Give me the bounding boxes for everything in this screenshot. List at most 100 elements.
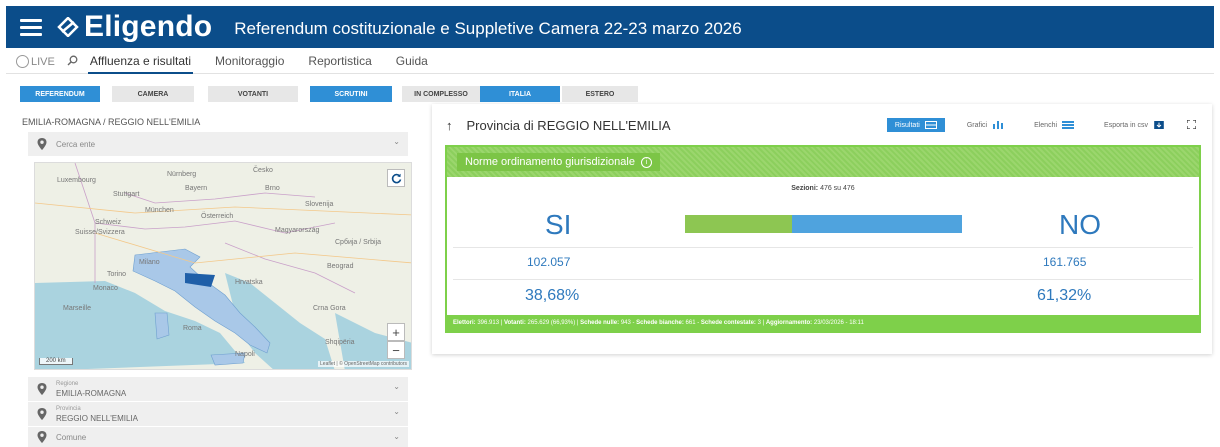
filter-italia[interactable]: ITALIA (480, 86, 560, 102)
zoom-in-button[interactable]: + (387, 323, 405, 341)
map-attribution[interactable]: Leaflet | © OpenStreetMap contributors (318, 361, 409, 367)
map-label: Napoli (235, 351, 255, 358)
result-header: Norme ordinamento giurisdizionale i (447, 147, 1199, 177)
map-view[interactable]: Luxembourg Nürnberg Česko Stuttgart Baye… (34, 162, 412, 370)
sezioni-count: Sezioni: 476 su 476 (447, 185, 1199, 192)
card-header: ↑ Provincia di REGGIO NELL'EMILIA (446, 118, 671, 133)
sezioni-label: Sezioni: (791, 185, 819, 192)
info-icon[interactable]: i (640, 156, 652, 168)
yes-bar (685, 215, 793, 233)
tab-elenchi[interactable]: Elenchi (1026, 118, 1082, 132)
filter-in-complesso[interactable]: IN COMPLESSO (402, 86, 480, 102)
chevron-down-icon: ⌄ (393, 432, 400, 441)
map-scale: 200 km (39, 358, 73, 365)
result-bar (685, 215, 962, 233)
region-select[interactable]: Regione EMILIA-ROMAGNA ⌄ (28, 377, 408, 401)
map-reset-button[interactable] (387, 169, 405, 187)
export-csv-button[interactable]: Esporta in csv (1096, 118, 1173, 132)
app-header: Eligendo Referendum costituzionale e Sup… (6, 6, 1214, 48)
map-label: Beograd (327, 263, 354, 270)
download-icon (1154, 121, 1164, 129)
app-name: Eligendo (84, 10, 213, 43)
nav-reportistica[interactable]: Reportistica (306, 50, 373, 74)
no-percentage: 61,32% (1037, 287, 1092, 304)
chevron-down-icon: ⌄ (393, 137, 400, 146)
menu-icon[interactable] (20, 18, 42, 36)
tab-risultati-label: Risultati (894, 121, 920, 129)
nav-guida[interactable]: Guida (394, 50, 430, 74)
table-icon (924, 121, 937, 129)
live-radio-icon (16, 55, 29, 68)
yes-percentage: 38,68% (525, 287, 580, 304)
schede-nulle-label: Schede nulle: (580, 320, 620, 326)
map-label: Marseille (63, 305, 92, 312)
view-toolbar: Risultati Grafici Elenchi Esporta in csv (886, 118, 1197, 132)
search-entity-placeholder: Cerca ente (56, 139, 96, 149)
schede-bianche-value: 661 (685, 320, 696, 326)
location-pin-icon (37, 431, 47, 443)
filter-referendum[interactable]: REFERENDUM (20, 86, 100, 102)
elettori-value: 396.913 (477, 320, 500, 326)
yes-votes: 102.057 (527, 255, 571, 269)
filter-estero[interactable]: ESTERO (562, 86, 638, 102)
province-select[interactable]: Provincia REGGIO NELL'EMILIA ⌄ (28, 402, 408, 426)
schede-nulle-value: 943 (620, 320, 631, 326)
nav-affluenza-risultati[interactable]: Affluenza e risultati (87, 50, 194, 74)
filter-camera[interactable]: CAMERA (112, 86, 194, 102)
tab-risultati[interactable]: Risultati (886, 118, 945, 132)
map-label: Torino (107, 271, 127, 278)
tab-grafici-label: Grafici (966, 121, 988, 129)
filter-votanti[interactable]: VOTANTI (208, 86, 298, 102)
app-logo[interactable]: Eligendo (56, 10, 212, 44)
map-label: Roma (183, 325, 202, 332)
votanti-value: 265.629 (66,93%) (527, 320, 576, 326)
zoom-out-button[interactable]: − (387, 341, 405, 359)
aggiornamento-value: 23/03/2026 - 18:11 (813, 320, 864, 326)
breadcrumb: EMILIA-ROMAGNA / REGGIO NELL'EMILIA (22, 117, 201, 127)
result-footer: Elettori: 396.913 | Votanti: 265.629 (66… (447, 315, 1199, 331)
divider (453, 279, 1193, 280)
bar-chart-icon (993, 121, 1004, 129)
tab-elenchi-label: Elenchi (1034, 121, 1058, 129)
schede-contestate-value: 3 (757, 320, 761, 326)
map-label: Србија / Srbija (335, 239, 382, 246)
location-pin-icon (37, 408, 47, 420)
search-icon[interactable] (67, 55, 78, 69)
refresh-icon (391, 173, 401, 183)
sezioni-value: 476 su 476 (820, 185, 855, 192)
region-select-label: Regione (56, 381, 79, 387)
eligendo-logo-icon (57, 17, 79, 37)
map-label: Magyarország (275, 227, 320, 234)
map-label: Brno (265, 185, 280, 192)
chevron-down-icon: ⌄ (393, 382, 400, 391)
map-label: Bayern (185, 185, 208, 192)
location-pin-icon (37, 138, 47, 150)
export-csv-label: Esporta in csv (1104, 121, 1148, 129)
arrow-up-icon[interactable]: ↑ (446, 118, 453, 133)
yes-label: SI (545, 209, 572, 240)
card-title: Provincia di REGGIO NELL'EMILIA (466, 118, 671, 133)
search-entity-field[interactable]: Cerca ente ⌄ (28, 132, 408, 156)
fullscreen-icon[interactable] (1186, 118, 1197, 131)
elettori-label: Elettori: (453, 320, 476, 326)
question-title: Norme ordinamento giurisdizionale i (457, 153, 660, 171)
schede-contestate-label: Schede contestate: (700, 320, 756, 326)
map-label: Shqipëria (325, 339, 355, 346)
no-label: NO (1059, 209, 1101, 240)
filter-bar: REFERENDUM CAMERA VOTANTI SCRUTINI IN CO… (20, 86, 638, 102)
map-label: Stuttgart (113, 191, 140, 198)
list-icon (1062, 121, 1075, 129)
page-title: Referendum costituzionale e Suppletive C… (234, 19, 742, 38)
map-label: Slovenija (305, 201, 334, 208)
comune-select-placeholder: Comune (56, 432, 87, 442)
main-nav: LIVE Affluenza e risultati Monitoraggio … (6, 50, 1214, 74)
map-label: Monaco (93, 285, 118, 292)
comune-select[interactable]: Comune ⌄ (28, 427, 408, 447)
filter-scrutini[interactable]: SCRUTINI (310, 86, 392, 102)
region-select-value: EMILIA-ROMAGNA (56, 389, 127, 398)
live-toggle[interactable]: LIVE (16, 55, 55, 68)
live-label: LIVE (31, 55, 55, 68)
tab-grafici[interactable]: Grafici (959, 118, 1012, 132)
map-label: Česko (253, 167, 273, 174)
nav-monitoraggio[interactable]: Monitoraggio (213, 50, 286, 74)
